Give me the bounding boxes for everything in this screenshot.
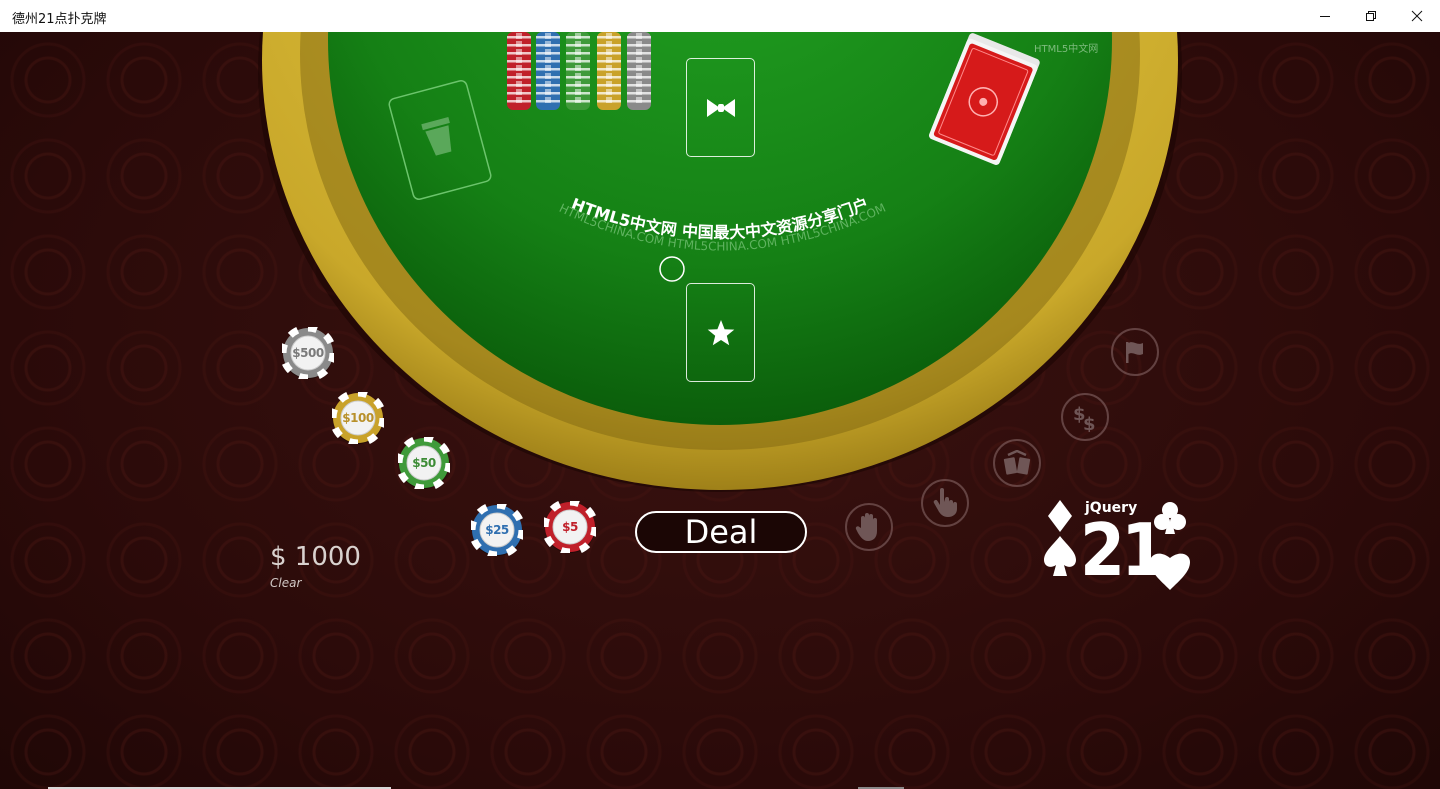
chip-stack bbox=[597, 32, 621, 110]
chip-label: $500 bbox=[292, 346, 324, 360]
chip-label: $25 bbox=[485, 523, 509, 537]
title-bar: 德州21点扑克牌 bbox=[0, 0, 1440, 32]
chip-label: $100 bbox=[342, 411, 374, 425]
double-button[interactable]: $ $ bbox=[1061, 393, 1109, 441]
flag-icon bbox=[1126, 342, 1143, 363]
chip-stack bbox=[536, 32, 560, 110]
chip-500-button[interactable]: $500 bbox=[279, 324, 337, 382]
svg-text:$: $ bbox=[1083, 414, 1096, 432]
chip-label: $5 bbox=[562, 520, 578, 534]
split-button[interactable] bbox=[993, 439, 1041, 487]
blackjack-table: HTML5中文网 中国最大中文资源分享门户 HTML5CHINA.COM HTM… bbox=[0, 32, 1440, 789]
maximize-button[interactable] bbox=[1348, 0, 1394, 32]
bowtie-icon bbox=[706, 98, 735, 117]
chip-stack bbox=[627, 32, 651, 110]
chip-100-button[interactable]: $100 bbox=[329, 389, 387, 447]
hit-button[interactable] bbox=[921, 479, 969, 527]
game-area: HTML5中文网 中国最大中文资源分享门户 HTML5CHINA.COM HTM… bbox=[0, 32, 1440, 789]
chip-rack bbox=[507, 32, 651, 110]
surrender-button[interactable] bbox=[1111, 328, 1159, 376]
dealer-card-slot bbox=[686, 58, 755, 157]
window-title: 德州21点扑克牌 bbox=[12, 12, 107, 27]
split-icon bbox=[1003, 450, 1031, 475]
stand-button[interactable] bbox=[845, 503, 893, 551]
star-icon bbox=[707, 319, 734, 345]
close-button[interactable] bbox=[1394, 0, 1440, 32]
minimize-button[interactable] bbox=[1302, 0, 1348, 32]
clear-bet-link[interactable]: Clear bbox=[270, 576, 301, 590]
close-icon bbox=[1411, 10, 1423, 22]
stand-icon bbox=[855, 513, 877, 541]
logo-number: 21 bbox=[1080, 508, 1166, 592]
restore-icon bbox=[1366, 11, 1376, 21]
chip-stack bbox=[566, 32, 590, 110]
hit-icon bbox=[933, 488, 957, 517]
chip-stack bbox=[507, 32, 531, 110]
chip-5-button[interactable]: $5 bbox=[541, 498, 599, 556]
player-card-slot bbox=[686, 283, 755, 382]
chip-label: $50 bbox=[412, 456, 436, 470]
deal-button[interactable]: Deal bbox=[635, 511, 807, 553]
chip-25-button[interactable]: $25 bbox=[468, 501, 526, 559]
chip-50-button[interactable]: $50 bbox=[395, 434, 453, 492]
minimize-icon bbox=[1320, 16, 1330, 17]
double-dollar-icon: $ $ bbox=[1073, 404, 1096, 432]
bankroll-amount: $ 1000 bbox=[270, 542, 361, 572]
watermark-text: HTML5中文网 bbox=[1034, 44, 1099, 55]
